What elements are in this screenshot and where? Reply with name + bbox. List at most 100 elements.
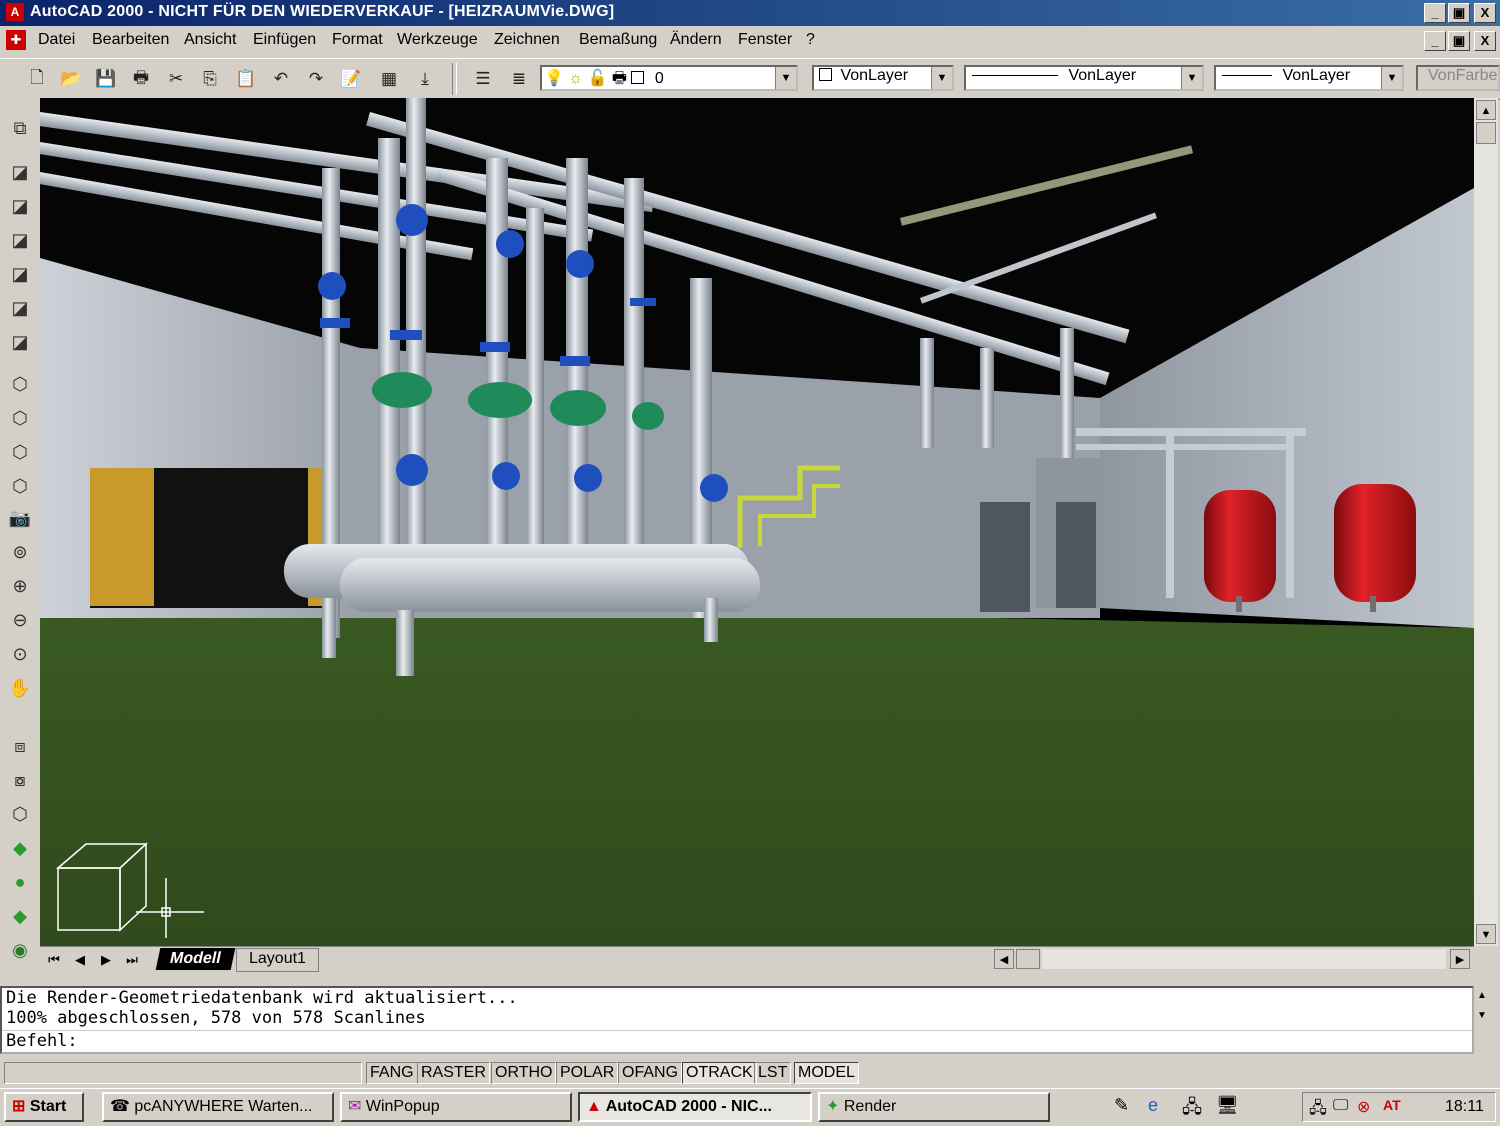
task-pcanywhere[interactable]: ☎ pcANYWHERE Warten... [102, 1092, 334, 1122]
hscroll-track[interactable] [1042, 949, 1446, 969]
box-icon[interactable]: ⬡ [6, 800, 34, 828]
status-raster[interactable]: RASTER [417, 1062, 490, 1084]
start-button[interactable]: ⊞ Start [4, 1092, 84, 1122]
open-folder-icon[interactable]: 📂 [58, 67, 84, 91]
globe-icon[interactable]: ◉ [6, 936, 34, 964]
command-window[interactable]: Die Render-Geometriedatenbank wird aktua… [0, 986, 1474, 1054]
se-iso-view-icon[interactable]: ⬡ [6, 404, 34, 432]
left-view-icon[interactable]: ◪ [6, 226, 34, 254]
sw-iso-view-icon[interactable]: ⬡ [6, 370, 34, 398]
doc-restore-button[interactable]: ▣ [1448, 31, 1470, 51]
cut-icon[interactable]: ✂ [163, 67, 189, 91]
scene-icon[interactable]: ⧇ [6, 766, 34, 794]
right-view-icon[interactable]: ◪ [6, 260, 34, 288]
material-cube-icon[interactable]: ◆ [6, 902, 34, 930]
bottom-view-icon[interactable]: ◪ [6, 192, 34, 220]
status-fang[interactable]: FANG [366, 1062, 418, 1084]
menu-einfuegen[interactable]: Einfügen [253, 31, 316, 49]
tray-network-icon[interactable]: 🖧 [1309, 1097, 1327, 1124]
copy-icon[interactable]: ⎘ [197, 67, 223, 91]
redo-icon[interactable]: ↷ [303, 67, 329, 91]
sphere-icon[interactable]: ● [6, 868, 34, 896]
status-polar[interactable]: POLAR [556, 1062, 619, 1084]
scroll-thumb[interactable] [1476, 122, 1496, 144]
zoom-in-icon[interactable]: ⊕ [6, 572, 34, 600]
layers-icon[interactable]: ☰ [470, 67, 496, 91]
render-icon[interactable]: ⧈ [6, 732, 34, 760]
properties-icon[interactable]: 📝 [338, 67, 364, 91]
plotstyle-dropdown[interactable]: VonFarbe [1416, 65, 1500, 91]
nw-iso-view-icon[interactable]: ⬡ [6, 472, 34, 500]
linetype-dropdown[interactable]: VonLayer ▼ [964, 65, 1204, 91]
next-tab-icon[interactable]: ▶ [96, 950, 116, 970]
close-button[interactable]: X [1474, 3, 1496, 23]
zoom-window-icon[interactable]: ⊙ [6, 640, 34, 668]
menu-ansicht[interactable]: Ansicht [184, 31, 236, 49]
first-tab-icon[interactable]: ⏮ [44, 950, 64, 970]
material-green-icon[interactable]: ◆ [6, 834, 34, 862]
menu-fenster[interactable]: Fenster [738, 31, 792, 49]
print-icon[interactable]: 🖶 [128, 67, 154, 91]
chevron-down-icon[interactable]: ▼ [1381, 67, 1402, 89]
menu-bearbeiten[interactable]: Bearbeiten [92, 31, 169, 49]
menu-format[interactable]: Format [332, 31, 383, 49]
camera-icon[interactable]: 📷 [6, 504, 34, 532]
menu-help[interactable]: ? [806, 31, 815, 49]
hscroll-right-icon[interactable]: ▶ [1450, 949, 1470, 969]
minimize-button[interactable]: _ [1424, 3, 1446, 23]
quicklaunch-desktop-icon[interactable]: 🖥 [1216, 1095, 1239, 1116]
color-dropdown[interactable]: VonLayer ▼ [812, 65, 954, 91]
top-view-icon[interactable]: ◪ [6, 158, 34, 186]
scroll-up-icon[interactable]: ▲ [1472, 988, 1492, 1004]
layer-dropdown[interactable]: 💡 ☼ 🔓 🖶 0 ▼ [540, 65, 798, 91]
task-winpopup[interactable]: ✉ WinPopup [340, 1092, 572, 1122]
tab-layout1[interactable]: Layout1 [236, 948, 319, 972]
tab-modell[interactable]: Modell [155, 948, 236, 970]
chevron-down-icon[interactable]: ▼ [1181, 67, 1202, 89]
quicklaunch-ie-icon[interactable]: e [1148, 1095, 1158, 1116]
status-otrack[interactable]: OTRACK [682, 1062, 757, 1084]
drawing-viewport[interactable] [40, 98, 1474, 946]
front-view-icon[interactable]: ◪ [6, 294, 34, 322]
status-model[interactable]: MODEL [794, 1062, 859, 1084]
save-icon[interactable]: 💾 [93, 67, 119, 91]
tray-record-icon[interactable]: ⊗ [1357, 1097, 1370, 1117]
pan-icon[interactable]: ✋ [6, 674, 34, 702]
menu-werkzeuge[interactable]: Werkzeuge [397, 31, 478, 49]
undo-icon[interactable]: ↶ [268, 67, 294, 91]
hscroll-left-icon[interactable]: ◀ [994, 949, 1014, 969]
menu-aendern[interactable]: Ändern [670, 31, 722, 49]
autocad-logo-icon[interactable]: A [6, 3, 24, 21]
zoom-out-icon[interactable]: ⊖ [6, 606, 34, 634]
status-ortho[interactable]: ORTHO [491, 1062, 557, 1084]
scroll-up-icon[interactable]: ▲ [1476, 100, 1496, 120]
menu-zeichnen[interactable]: Zeichnen [494, 31, 560, 49]
ne-iso-view-icon[interactable]: ⬡ [6, 438, 34, 466]
task-render[interactable]: ✦ Render [818, 1092, 1050, 1122]
new-file-icon[interactable]: 🗋 [24, 67, 50, 91]
quicklaunch-network-icon[interactable]: 🖧 [1182, 1095, 1202, 1125]
doc-minimize-button[interactable]: _ [1424, 31, 1446, 51]
orbit-icon[interactable]: ⊚ [6, 538, 34, 566]
command-prompt[interactable]: Befehl: [2, 1030, 1472, 1051]
status-ofang[interactable]: OFANG [618, 1062, 683, 1084]
status-lst[interactable]: LST [754, 1062, 792, 1084]
menu-bemassung[interactable]: Bemaßung [579, 31, 657, 49]
paste-icon[interactable]: 📋 [233, 67, 259, 91]
last-tab-icon[interactable]: ⏭ [122, 950, 142, 970]
tray-monitor-icon[interactable]: 🖵 [1333, 1097, 1348, 1115]
chevron-down-icon[interactable]: ▼ [931, 67, 952, 89]
insert-block-icon[interactable]: ⤓ [412, 67, 438, 91]
vertical-scrollbar[interactable]: ▲ ▼ [1474, 98, 1498, 946]
restore-button[interactable]: ▣ [1448, 3, 1470, 23]
chevron-down-icon[interactable]: ▼ [775, 67, 796, 89]
menu-datei[interactable]: Datei [38, 31, 75, 49]
scroll-down-icon[interactable]: ▼ [1476, 924, 1496, 944]
layer-previous-icon[interactable]: ≣ [506, 67, 532, 91]
task-autocad[interactable]: ▲ AutoCAD 2000 - NIC... [578, 1092, 812, 1122]
scroll-down-icon[interactable]: ▼ [1472, 1008, 1492, 1024]
prev-tab-icon[interactable]: ◀ [70, 950, 90, 970]
hscroll-thumb[interactable] [1016, 949, 1040, 969]
named-views-icon[interactable]: ⧉ [6, 114, 34, 142]
doc-close-button[interactable]: X [1474, 31, 1496, 51]
